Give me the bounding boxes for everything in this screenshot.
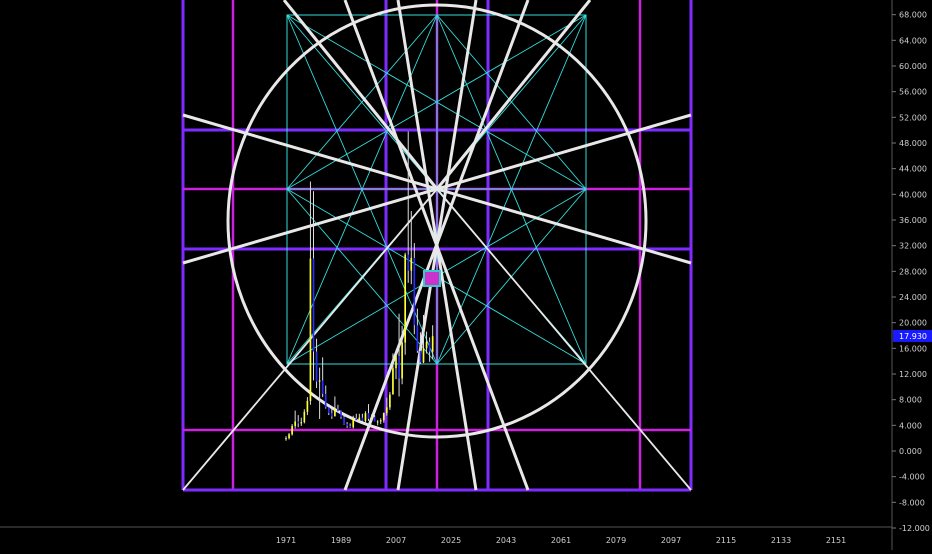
- x-tick-label: 2043: [496, 536, 516, 545]
- candle-body-1975: [297, 421, 300, 424]
- y-tick-label: 0.000: [899, 447, 922, 456]
- chart-root: 68.000 64.000 60.000 56.000 52.000 48.000 44.0…: [0, 0, 932, 550]
- x-tick-label: 2007: [386, 536, 406, 545]
- candle-body-1978: [306, 400, 309, 412]
- x-tick-label: 2079: [606, 536, 626, 545]
- y-tick-label: -8.000: [899, 498, 925, 507]
- candle-body-2005: [389, 394, 391, 408]
- x-tick-label: 1971: [276, 536, 296, 545]
- y-tick-label: 4.000: [899, 421, 922, 430]
- candle-body-1979: [309, 258, 312, 401]
- candle-body-1985: [327, 407, 330, 414]
- y-tick-label: 20.000: [899, 319, 927, 328]
- y-tick-label: -4.000: [899, 473, 925, 482]
- y-tick-label: -12.000: [899, 524, 930, 533]
- last-price-label: 17.930: [899, 332, 927, 341]
- y-tick-label: 44.000: [899, 165, 927, 174]
- y-tick-label: 60.000: [899, 62, 927, 71]
- x-tick-label: 1989: [331, 536, 351, 545]
- y-tick-label: 52.000: [899, 113, 927, 122]
- x-tick-label: 2115: [716, 536, 736, 545]
- candle-body-1972: [288, 434, 290, 439]
- candle-body-2019: [431, 336, 434, 352]
- candle-body-1990: [343, 416, 345, 425]
- candle-body-2016: [422, 348, 425, 363]
- candle-body-1981: [315, 351, 318, 382]
- y-tick-label: 36.000: [899, 216, 927, 225]
- candle-body-1976: [300, 422, 303, 424]
- x-tick-label: 2061: [551, 536, 571, 545]
- price-marker: [423, 270, 441, 287]
- candle-body-2008: [398, 356, 400, 379]
- candle-body-2002: [379, 420, 382, 422]
- candle-body-2009: [401, 342, 403, 379]
- candle-body-2000: [373, 416, 376, 422]
- candle-body-1989: [340, 411, 342, 417]
- candle-body-2007: [395, 356, 397, 369]
- candle-body-2010: [404, 254, 407, 343]
- y-tick-label: 8.000: [899, 396, 922, 405]
- candle-body-2001: [376, 421, 379, 423]
- candle-body-2018: [428, 341, 431, 352]
- y-tick-label: 16.000: [899, 344, 927, 353]
- candle-body-1977: [303, 411, 306, 423]
- candle-body-1992: [349, 425, 352, 428]
- candle-body-1983: [321, 380, 324, 394]
- candle-body-2006: [392, 368, 394, 395]
- candle-body-2012: [410, 257, 413, 271]
- candle-body-1997: [364, 413, 367, 421]
- candle-body-1988: [337, 408, 339, 412]
- candle-body-2004: [385, 407, 388, 414]
- candle-body-1991: [346, 424, 348, 426]
- candle-body-1994: [355, 418, 358, 421]
- candle-body-1980: [312, 258, 315, 352]
- candle-body-2013: [413, 257, 416, 326]
- x-tick-label: 2133: [771, 536, 791, 545]
- y-tick-label: 32.000: [899, 242, 927, 251]
- candle-body-1987: [334, 408, 336, 417]
- candle-body-1993: [352, 418, 355, 428]
- candle-body-1984: [324, 393, 327, 408]
- candle-body-1995: [358, 417, 361, 421]
- y-tick-label: 64.000: [899, 36, 927, 45]
- x-tick-label: 2151: [826, 536, 846, 545]
- candle-body-1971: [285, 438, 287, 440]
- x-tick-label: 2097: [661, 536, 681, 545]
- candle-body-2014: [416, 325, 419, 351]
- y-tick-label: 48.000: [899, 139, 927, 148]
- candle-body-1996: [361, 417, 364, 421]
- candle-body-1982: [318, 380, 321, 382]
- candle-body-2015: [419, 350, 422, 363]
- candle-body-2011: [407, 254, 410, 271]
- y-tick-label: 56.000: [899, 88, 927, 97]
- candle-body-1973: [291, 425, 293, 435]
- y-tick-label: 24.000: [899, 293, 927, 302]
- chart-svg: 68.000 64.000 60.000 56.000 52.000 48.000 44.0…: [0, 0, 932, 550]
- candle-body-2017: [425, 341, 428, 349]
- candle-body-2003: [382, 413, 385, 421]
- candle-body-1974: [294, 421, 297, 426]
- x-tick-label: 2025: [441, 536, 461, 545]
- candle-body-1999: [370, 416, 373, 419]
- y-tick-label: 28.000: [899, 267, 927, 276]
- y-tick-label: 40.000: [899, 190, 927, 199]
- candle-body-1998: [367, 413, 370, 419]
- y-tick-label: 12.000: [899, 370, 927, 379]
- candle-body-1986: [330, 413, 333, 417]
- y-tick-label: 68.000: [899, 11, 927, 20]
